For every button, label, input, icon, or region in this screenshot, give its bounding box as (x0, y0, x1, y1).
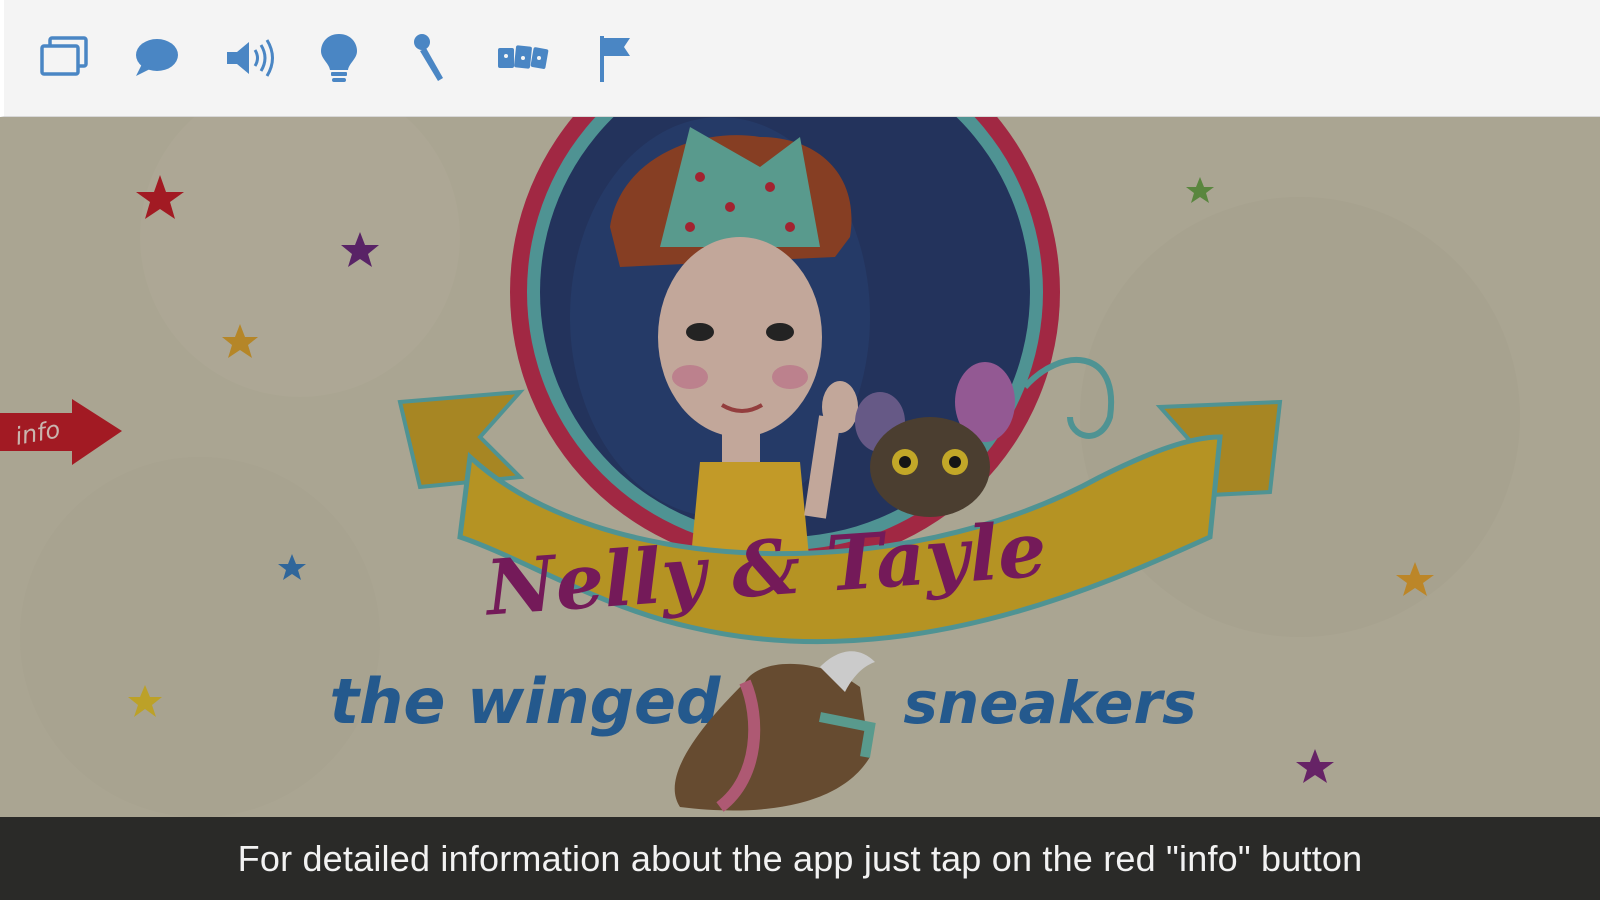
puzzle-icon[interactable] (492, 28, 552, 88)
microphone-icon[interactable] (401, 28, 461, 88)
toolbar (0, 0, 1600, 117)
caption-bar: For detailed information about the app j… (0, 817, 1600, 900)
lightbulb-icon[interactable] (309, 28, 369, 88)
title-scene: Nelly & Tayle the winged sneakers info (0, 117, 1600, 817)
flag-icon[interactable] (584, 28, 644, 88)
speech-bubble-icon[interactable] (126, 28, 186, 88)
app-window: Nelly & Tayle the winged sneakers info F… (0, 0, 1600, 900)
speaker-icon[interactable] (219, 28, 279, 88)
pages-icon[interactable] (34, 28, 94, 88)
title-line-2-left: the winged (330, 665, 722, 738)
caption-text: For detailed information about the app j… (237, 837, 1363, 879)
info-button[interactable]: info (0, 395, 125, 475)
title-line-2-right: sneakers (903, 669, 1196, 737)
